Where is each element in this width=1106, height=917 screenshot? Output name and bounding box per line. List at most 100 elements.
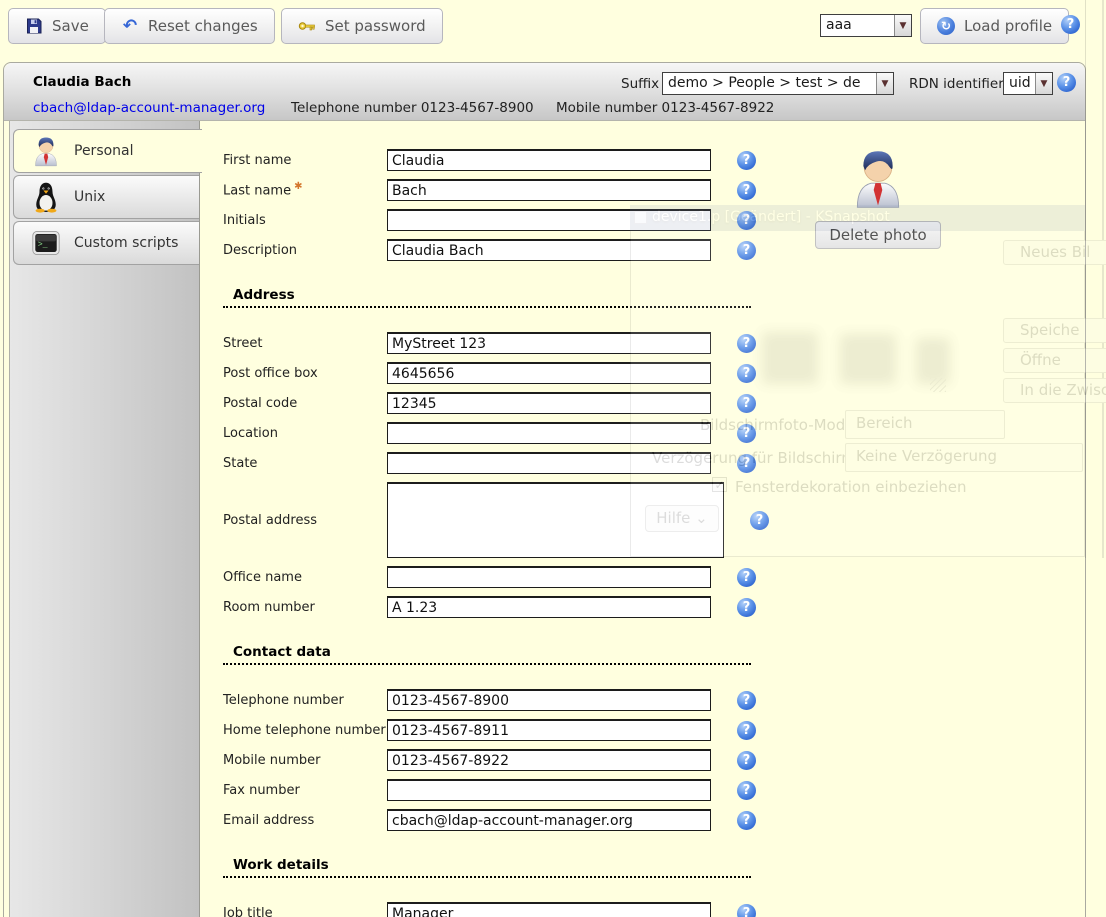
delete-photo-button[interactable]: Delete photo	[815, 221, 940, 249]
tab-personal[interactable]: Personal	[13, 129, 202, 173]
help-icon[interactable]: ?	[737, 334, 756, 353]
fax-number-input[interactable]	[387, 779, 711, 801]
rdn-select-value: uid	[1004, 73, 1035, 94]
mobile-number-label: Mobile number	[223, 753, 387, 768]
postal-address-label: Postal address	[223, 513, 387, 528]
help-icon[interactable]: ?	[737, 568, 756, 587]
key-icon	[298, 17, 316, 35]
tab-label: Custom scripts	[74, 235, 178, 251]
field-row-mobile-number: Mobile number?	[223, 749, 1085, 771]
email-address-input[interactable]	[387, 809, 711, 831]
office-name-input[interactable]	[387, 566, 711, 588]
form-area: First name?Last name✱?Initials?Descripti…	[201, 121, 1085, 917]
state-label: State	[223, 456, 387, 471]
section-title: Address	[233, 287, 295, 303]
street-input[interactable]	[387, 332, 711, 354]
post-office-box-input[interactable]	[387, 362, 711, 384]
location-input[interactable]	[387, 422, 711, 444]
help-icon[interactable]: ?	[737, 394, 756, 413]
first-name-label: First name	[223, 153, 387, 168]
first-name-input[interactable]	[387, 149, 711, 171]
reset-changes-button[interactable]: ↶ Reset changes	[104, 8, 275, 44]
help-icon[interactable]: ?	[737, 151, 756, 170]
field-row-room-number: Room number?	[223, 596, 1085, 618]
user-photo	[850, 198, 906, 213]
header-mobile: Mobile number 0123-4567-8922	[556, 100, 774, 116]
field-row-fax-number: Fax number?	[223, 779, 1085, 801]
help-icon[interactable]: ?	[737, 211, 756, 230]
initials-input[interactable]	[387, 209, 711, 231]
office-name-label: Office name	[223, 570, 387, 585]
tab-sidebar: Personal Unix	[9, 121, 200, 917]
field-row-job-title: Job title?	[223, 902, 1085, 917]
postal-code-input[interactable]	[387, 392, 711, 414]
rdn-select[interactable]: uid ▼	[1003, 72, 1053, 95]
telephone-number-input[interactable]	[387, 689, 711, 711]
email-link[interactable]: cbach@ldap-account-manager.org	[33, 100, 265, 116]
help-icon[interactable]: ?	[737, 598, 756, 617]
help-icon[interactable]: ?	[750, 511, 769, 530]
help-icon[interactable]: ?	[737, 904, 756, 917]
user-icon	[31, 134, 61, 168]
home-telephone-number-label: Home telephone number	[223, 723, 387, 738]
help-icon[interactable]: ?	[1061, 15, 1080, 34]
section-header: Contact data	[223, 644, 751, 665]
tab-label: Personal	[74, 143, 134, 159]
help-icon[interactable]: ?	[737, 364, 756, 383]
job-title-input[interactable]	[387, 902, 711, 917]
room-number-input[interactable]	[387, 596, 711, 618]
svg-text:>_: >_	[38, 240, 48, 249]
help-icon[interactable]: ?	[737, 454, 756, 473]
save-label: Save	[52, 17, 89, 35]
field-row-postal-code: Postal code?	[223, 392, 1085, 414]
field-row-initials: Initials?	[223, 209, 1085, 231]
help-icon[interactable]: ?	[737, 781, 756, 800]
tab-unix[interactable]: Unix	[13, 175, 199, 219]
fax-number-label: Fax number	[223, 783, 387, 798]
field-row-email-address: Email address?	[223, 809, 1085, 831]
help-icon[interactable]: ?	[737, 721, 756, 740]
home-telephone-number-input[interactable]	[387, 719, 711, 741]
location-label: Location	[223, 426, 387, 441]
last-name-input[interactable]	[387, 179, 711, 201]
initials-label: Initials	[223, 213, 387, 228]
help-icon[interactable]: ?	[737, 811, 756, 830]
profile-select-value: aaa	[821, 15, 894, 36]
street-label: Street	[223, 336, 387, 351]
field-row-last-name: Last name✱?	[223, 179, 1085, 201]
field-row-state: State?	[223, 452, 1085, 474]
suffix-select[interactable]: demo > People > test > de ▼	[662, 72, 894, 95]
section-title: Work details	[233, 857, 329, 873]
save-button[interactable]: Save	[8, 8, 106, 44]
set-password-button[interactable]: Set password	[281, 8, 443, 44]
email-address-label: Email address	[223, 813, 387, 828]
field-row-location: Location?	[223, 422, 1085, 444]
post-office-box-label: Post office box	[223, 366, 387, 381]
page-title: Claudia Bach	[33, 74, 131, 90]
set-password-label: Set password	[325, 17, 426, 35]
account-editor: Claudia Bach Suffix demo > People > test…	[3, 62, 1086, 917]
tab-custom-scripts[interactable]: >_ Custom scripts	[13, 221, 199, 265]
state-input[interactable]	[387, 452, 711, 474]
rdn-identifier-label: RDN identifier	[909, 76, 1004, 92]
profile-select[interactable]: aaa ▼	[820, 14, 912, 37]
help-icon[interactable]: ?	[737, 241, 756, 260]
photo-block: Delete photo	[813, 147, 943, 249]
field-row-home-telephone-number: Home telephone number?	[223, 719, 1085, 741]
suffix-label: Suffix	[621, 76, 659, 92]
postal-address-input[interactable]	[387, 482, 724, 558]
help-icon[interactable]: ?	[737, 424, 756, 443]
help-icon[interactable]: ?	[737, 181, 756, 200]
description-input[interactable]	[387, 239, 711, 261]
mobile-number-input[interactable]	[387, 749, 711, 771]
field-row-street: Street?	[223, 332, 1085, 354]
load-profile-label: Load profile	[964, 17, 1052, 35]
help-icon[interactable]: ?	[1057, 73, 1076, 92]
help-icon[interactable]: ?	[737, 691, 756, 710]
tux-penguin-icon	[31, 180, 61, 214]
postal-code-label: Postal code	[223, 396, 387, 411]
help-icon[interactable]: ?	[737, 751, 756, 770]
required-asterisk: ✱	[294, 181, 302, 192]
field-row-office-name: Office name?	[223, 566, 1085, 588]
load-profile-button[interactable]: ↻ Load profile	[920, 8, 1069, 44]
